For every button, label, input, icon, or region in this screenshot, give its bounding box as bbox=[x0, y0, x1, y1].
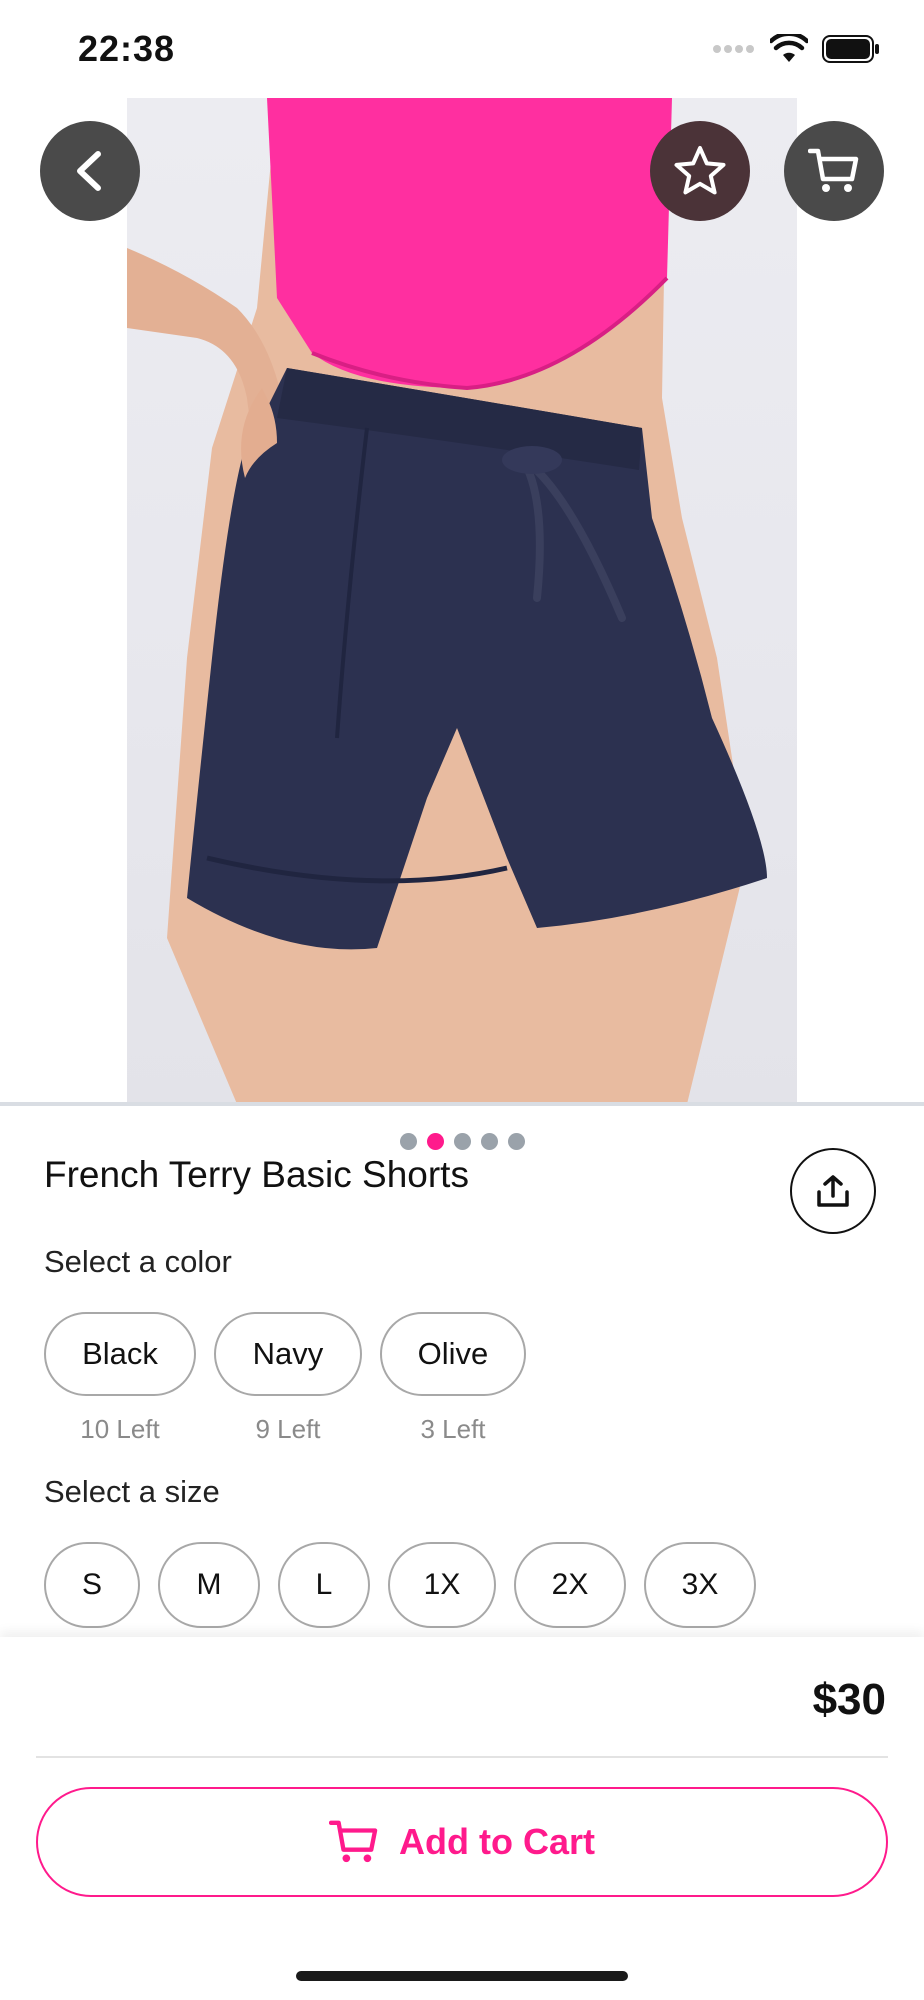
size-option-3x[interactable]: 3X bbox=[644, 1542, 756, 1628]
product-gallery[interactable] bbox=[0, 98, 924, 1164]
hero-divider bbox=[0, 1102, 924, 1106]
home-indicator[interactable] bbox=[296, 1971, 628, 1981]
pagination-dot-active[interactable] bbox=[426, 1132, 444, 1150]
color-option-olive[interactable]: Olive bbox=[380, 1312, 526, 1396]
color-option-navy[interactable]: Navy bbox=[214, 1312, 362, 1396]
share-button[interactable] bbox=[790, 1148, 876, 1234]
add-to-cart-label: Add to Cart bbox=[399, 1821, 595, 1862]
stock-count-navy: 9 Left bbox=[255, 1414, 321, 1444]
pagination-dot[interactable] bbox=[480, 1132, 498, 1150]
status-bar: 22:38 bbox=[0, 0, 924, 98]
add-to-cart-button[interactable]: Add to Cart bbox=[36, 1787, 888, 1897]
wifi-icon bbox=[770, 34, 808, 62]
pagination-dot[interactable] bbox=[453, 1132, 471, 1150]
color-option-black[interactable]: Black bbox=[44, 1312, 196, 1396]
size-option-s[interactable]: S bbox=[44, 1542, 140, 1628]
battery-icon bbox=[822, 35, 879, 63]
size-option-m[interactable]: M bbox=[158, 1542, 260, 1628]
color-section-label: Select a color bbox=[44, 1244, 232, 1279]
share-icon bbox=[817, 1175, 849, 1207]
product-image[interactable] bbox=[127, 98, 797, 1104]
cart-button[interactable] bbox=[784, 121, 884, 221]
size-option-1x[interactable]: 1X bbox=[388, 1542, 496, 1628]
cart-icon bbox=[329, 1820, 378, 1863]
back-button[interactable] bbox=[40, 121, 140, 221]
price: $30 bbox=[812, 1675, 886, 1724]
cart-icon bbox=[808, 148, 859, 192]
favorite-button[interactable] bbox=[650, 121, 750, 221]
chevron-left-icon bbox=[77, 151, 101, 191]
product-illustration bbox=[127, 98, 767, 1104]
size-option-l[interactable]: L bbox=[278, 1542, 370, 1628]
stock-count-black: 10 Left bbox=[80, 1414, 160, 1444]
price-divider bbox=[36, 1756, 888, 1758]
status-time: 22:38 bbox=[78, 28, 176, 69]
star-icon bbox=[674, 146, 726, 195]
size-option-2x[interactable]: 2X bbox=[514, 1542, 626, 1628]
stock-count-olive: 3 Left bbox=[420, 1414, 486, 1444]
signal-icon bbox=[713, 45, 754, 53]
pagination-dot[interactable] bbox=[399, 1132, 417, 1150]
size-section-label: Select a size bbox=[44, 1474, 220, 1509]
pagination-dot[interactable] bbox=[507, 1132, 525, 1150]
product-title: French Terry Basic Shorts bbox=[44, 1154, 469, 1195]
status-icons bbox=[712, 34, 880, 64]
checkout-bar: $30 Add to Cart bbox=[0, 1637, 924, 2000]
